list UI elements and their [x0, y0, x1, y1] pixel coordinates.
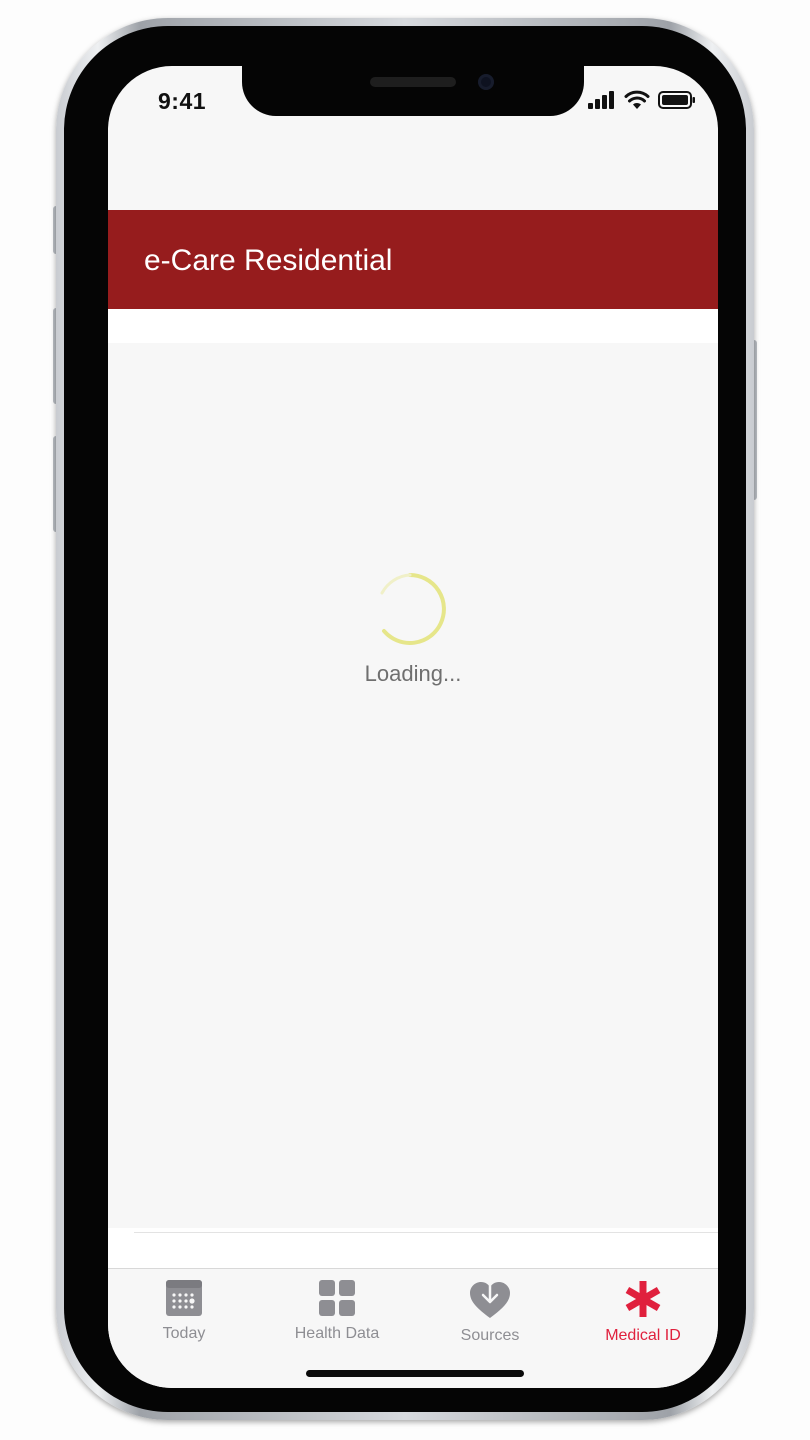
tab-label: Sources [460, 1327, 520, 1344]
tab-label: Today [162, 1325, 206, 1342]
header-spacer [108, 309, 718, 343]
speaker-grille [370, 77, 456, 87]
bottom-strip [108, 1228, 718, 1268]
status-time: 9:41 [158, 88, 207, 114]
cellular-signal-icon [588, 90, 614, 109]
battery-icon [658, 90, 695, 109]
front-camera [478, 74, 494, 90]
wifi-icon [624, 90, 650, 109]
tab-today[interactable]: Today [108, 1279, 260, 1343]
heart-download-icon [470, 1279, 510, 1318]
phone-frame: 9:41 e-Care Residential Loading... Today… [56, 18, 754, 1420]
tab-label: Health Data [294, 1325, 380, 1342]
loading-text: Loading... [364, 661, 462, 686]
tab-sources[interactable]: Sources [414, 1279, 566, 1345]
home-indicator[interactable] [306, 1370, 524, 1377]
phone-screen: 9:41 e-Care Residential Loading... Today… [108, 66, 718, 1388]
separator [134, 1232, 718, 1233]
grid-icon [319, 1280, 355, 1316]
notch [242, 66, 584, 116]
app-header: e-Care Residential [108, 210, 718, 309]
tab-health-data[interactable]: Health Data [261, 1279, 413, 1343]
app-title: e-Care Residential [144, 244, 393, 277]
status-icons [588, 90, 696, 109]
tab-medical-id[interactable]: Medical ID [567, 1279, 718, 1345]
loading-spinner-icon [380, 573, 446, 645]
tab-label: Medical ID [605, 1327, 681, 1344]
content-area: Loading... [108, 343, 718, 1233]
phone-bezel: 9:41 e-Care Residential Loading... Today… [64, 26, 746, 1412]
asterisk-icon [625, 1281, 661, 1317]
calendar-icon [166, 1280, 202, 1316]
